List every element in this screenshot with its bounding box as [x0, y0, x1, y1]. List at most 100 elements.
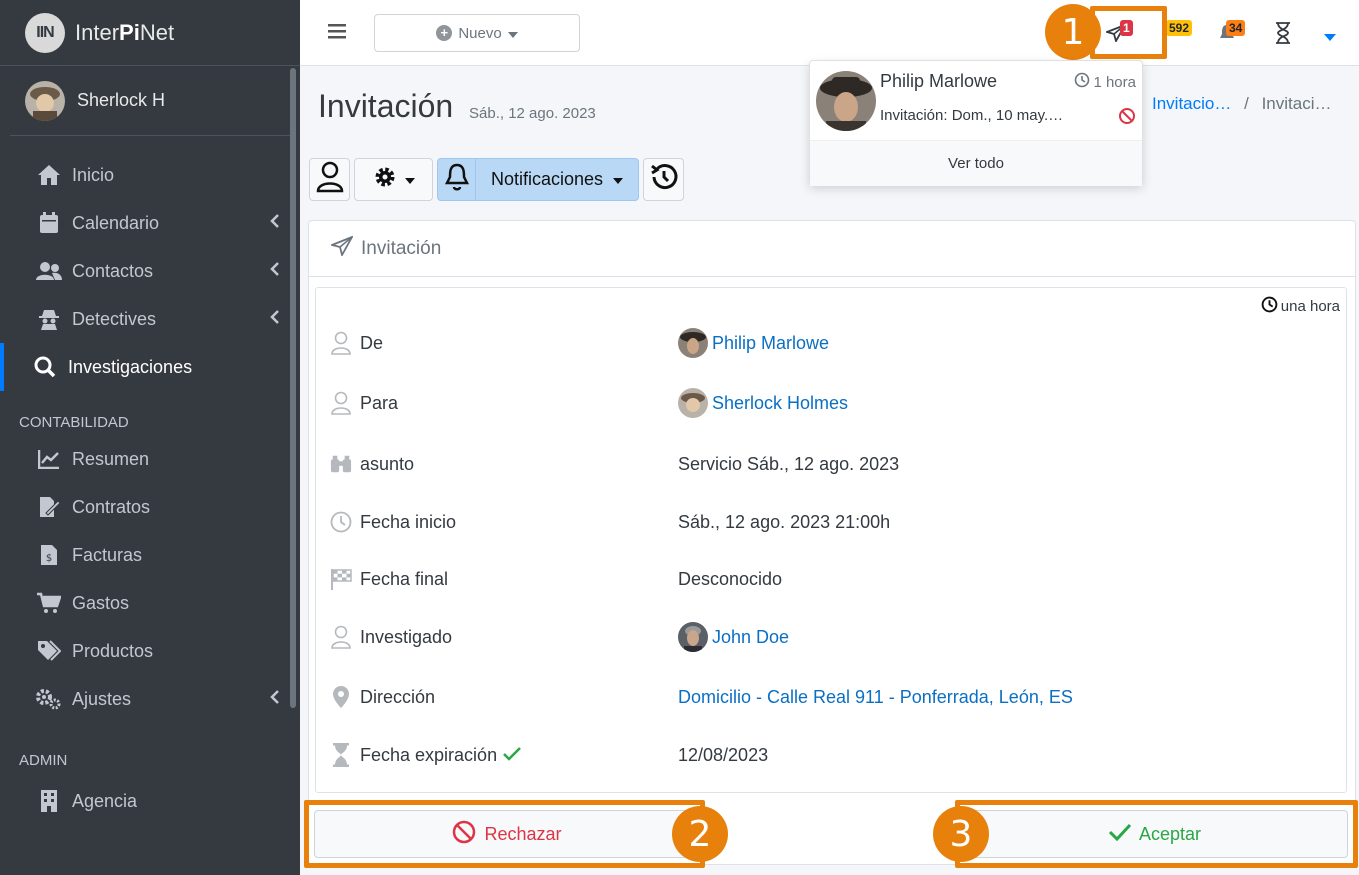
detail-row-subject: asunto Servicio Sáb., 12 ago. 2023 — [316, 444, 1346, 484]
detail-value: 12/08/2023 — [678, 744, 769, 765]
svg-text:$: $ — [46, 553, 52, 564]
sidebar-item-contactos[interactable]: Contactos — [0, 247, 300, 295]
user-panel[interactable]: Sherlock H — [10, 66, 290, 136]
chart-line-icon — [36, 449, 62, 469]
caret-down-icon — [613, 171, 624, 189]
detail-label: Fecha inicio — [360, 511, 457, 532]
new-button[interactable]: + Nuevo — [374, 14, 580, 52]
clock-icon — [330, 511, 352, 533]
breadcrumb-link[interactable]: Invitacio… — [1152, 94, 1231, 113]
sidebar-section-header: ADMIN — [19, 752, 68, 769]
sidebar-scrollbar[interactable] — [290, 68, 296, 708]
highlight-reject — [304, 800, 705, 868]
hourglass-icon[interactable] — [1275, 22, 1291, 49]
sidebar-item-label: Contratos — [72, 496, 151, 517]
user-outline-icon — [316, 161, 344, 198]
address-link[interactable]: Domicilio - Calle Real 911 - Ponferrada,… — [678, 687, 1073, 708]
home-icon — [36, 164, 62, 186]
sidebar-item-label: Contactos — [72, 260, 154, 281]
sidebar-item-investigaciones[interactable]: Investigaciones — [0, 343, 300, 391]
callout-3: 3 — [933, 806, 989, 862]
cogs-icon — [36, 688, 62, 710]
caret-down-icon — [507, 25, 518, 42]
sidebar-item-contratos[interactable]: Contratos — [0, 483, 300, 531]
invitation-card: Invitación una hora De Philip Marlowe Pa… — [308, 220, 1356, 865]
recipient-name: Sherlock Holmes — [712, 392, 849, 413]
detail-label: Investigado — [360, 626, 453, 647]
detail-row-start-date: Fecha inicio Sáb., 12 ago. 2023 21:00h — [316, 502, 1346, 542]
cart-icon — [36, 592, 62, 614]
detective-icon — [36, 308, 62, 330]
alerts-badge: 34 — [1226, 20, 1246, 36]
new-button-label: Nuevo — [458, 24, 502, 42]
sidebar-item-label: Gastos — [72, 592, 130, 613]
hourglass-icon — [330, 743, 352, 767]
sidebar-item-inicio[interactable]: Inicio — [0, 151, 300, 199]
sidebar-item-label: Resumen — [72, 448, 150, 469]
user-outline-icon — [330, 331, 352, 355]
paper-plane-icon — [329, 234, 355, 262]
detail-row-to: Para Sherlock Holmes — [316, 383, 1346, 423]
sidebar-item-facturas[interactable]: $ Facturas — [0, 531, 300, 579]
detail-value-link[interactable]: Philip Marlowe — [678, 328, 829, 358]
map-marker-icon — [330, 685, 352, 709]
page-title: Invitación — [318, 88, 454, 124]
sidebar-item-agencia[interactable]: Agencia — [0, 777, 300, 825]
dropdown-invitation-item[interactable]: Philip Marlowe 1 hora Invitación: Dom., … — [810, 61, 1142, 139]
detail-row-subject-person: Investigado John Doe — [316, 617, 1346, 657]
user-menu-caret-icon[interactable] — [1324, 28, 1336, 46]
search-icon — [32, 356, 58, 378]
user-outline-icon — [330, 391, 352, 415]
detail-row-from: De Philip Marlowe — [316, 323, 1346, 363]
user-outline-icon — [330, 625, 352, 649]
building-icon — [36, 790, 62, 812]
top-navbar: + Nuevo 1 592 34 — [300, 0, 1359, 66]
sidebar-item-gastos[interactable]: Gastos — [0, 579, 300, 627]
detail-label: Para — [360, 392, 399, 413]
brand[interactable]: IIN InterPiNet — [0, 0, 300, 66]
sidebar-item-label: Facturas — [72, 544, 143, 565]
plus-circle-icon: + — [436, 25, 453, 41]
tags-icon — [36, 640, 62, 662]
sidebar-item-label: Inicio — [72, 164, 115, 185]
binoculars-icon — [330, 454, 352, 474]
detail-label: Dirección — [360, 686, 436, 707]
notifications-dropdown-button[interactable]: Notificaciones — [475, 158, 639, 201]
sidebar-item-calendario[interactable]: Calendario — [0, 199, 300, 247]
check-icon — [503, 745, 521, 766]
sidebar-item-resumen[interactable]: Resumen — [0, 435, 300, 483]
history-button[interactable] — [643, 158, 684, 201]
avatar — [678, 388, 708, 418]
dropdown-see-all[interactable]: Ver todo — [810, 140, 1142, 186]
highlight-accept — [955, 800, 1358, 868]
investigated-name: John Doe — [712, 626, 790, 647]
sidebar-item-label: Calendario — [72, 212, 160, 233]
callout-2: 2 — [672, 806, 728, 862]
settings-dropdown-button[interactable] — [354, 158, 433, 201]
menu-toggle-icon[interactable] — [328, 22, 348, 45]
detail-value-link[interactable]: John Doe — [678, 622, 789, 652]
gear-icon — [373, 165, 397, 194]
notifications-label: Notificaciones — [490, 169, 604, 189]
chevron-left-icon — [270, 213, 280, 234]
ban-icon[interactable] — [1118, 107, 1136, 130]
messages-badge[interactable]: 592 — [1166, 20, 1193, 36]
dropdown-time-label: 1 hora — [1093, 73, 1136, 91]
profile-button[interactable] — [309, 158, 350, 201]
notifications-bell-button[interactable] — [437, 158, 476, 201]
dropdown-time: 1 hora — [1074, 72, 1136, 92]
chevron-left-icon — [270, 309, 280, 330]
history-icon — [649, 162, 679, 197]
sidebar: IIN InterPiNet Sherlock H Inicio Calenda… — [0, 0, 300, 875]
sidebar-item-ajustes[interactable]: Ajustes — [0, 675, 300, 723]
sidebar-item-detectives[interactable]: Detectives — [0, 295, 300, 343]
calendar-icon — [36, 212, 62, 234]
detail-label-text: Fecha expiración — [360, 744, 498, 765]
page-subtitle: Sáb., 12 ago. 2023 — [469, 105, 596, 122]
checkered-flag-icon — [330, 568, 352, 590]
user-avatar — [25, 80, 65, 121]
sidebar-item-label: Ajustes — [72, 688, 132, 709]
detail-value: Servicio Sáb., 12 ago. 2023 — [678, 453, 900, 474]
sidebar-item-productos[interactable]: Productos — [0, 627, 300, 675]
detail-value-link[interactable]: Sherlock Holmes — [678, 388, 848, 418]
